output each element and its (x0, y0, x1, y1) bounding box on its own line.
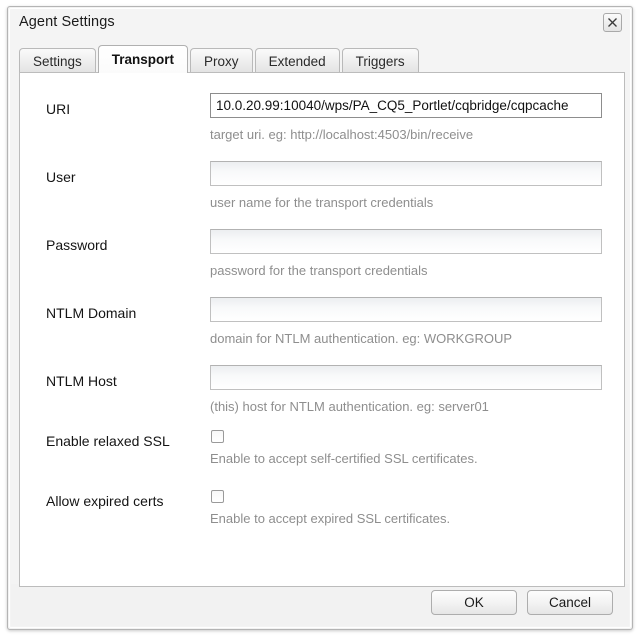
tab-settings[interactable]: Settings (19, 48, 96, 73)
field-column-uri: target uri. eg: http://localhost:4503/bi… (210, 93, 602, 142)
tab-extended[interactable]: Extended (254, 48, 340, 73)
form-row-password: Password password for the transport crede… (20, 229, 624, 297)
tab-proxy[interactable]: Proxy (190, 48, 253, 73)
dialog-title: Agent Settings (19, 14, 115, 30)
form-row-allow-expired-certs: Allow expired certs Enable to accept expi… (20, 485, 624, 553)
hint-user: user name for the transport credentials (210, 195, 434, 210)
checkbox-allow-expired-certs[interactable] (211, 490, 224, 503)
label-ntlm-host: NTLM Host (46, 373, 117, 389)
cancel-button[interactable]: Cancel (527, 590, 613, 615)
hint-ntlm-host: (this) host for NTLM authentication. eg:… (210, 399, 489, 414)
label-ntlm-domain: NTLM Domain (46, 305, 137, 321)
field-column-password: password for the transport credentials (210, 229, 602, 278)
form-row-uri: URI target uri. eg: http://localhost:4503… (20, 93, 624, 161)
dialog-titlebar: Agent Settings (10, 9, 630, 39)
checkbox-enable-relaxed-ssl[interactable] (211, 430, 224, 443)
hint-allow-expired-certs: Enable to accept expired SSL certificate… (210, 511, 451, 526)
close-icon[interactable] (603, 13, 622, 32)
label-user: User (46, 169, 76, 185)
input-password[interactable] (210, 229, 602, 254)
form-row-ntlm-domain: NTLM Domain domain for NTLM authenticatio… (20, 297, 624, 365)
field-column-ntlm-domain: domain for NTLM authentication. eg: WORK… (210, 297, 602, 346)
input-ntlm-host[interactable] (210, 365, 602, 390)
dialog-inner-frame: Agent Settings Settings Transport Proxy Ext… (9, 8, 631, 628)
input-ntlm-domain[interactable] (210, 297, 602, 322)
label-enable-relaxed-ssl: Enable relaxed SSL (46, 433, 170, 449)
field-column-allow-expired-certs: Enable to accept expired SSL certificate… (210, 485, 602, 526)
label-allow-expired-certs: Allow expired certs (46, 493, 164, 509)
field-column-user: user name for the transport credentials (210, 161, 602, 210)
hint-ntlm-domain: domain for NTLM authentication. eg: WORK… (210, 331, 513, 346)
tab-transport[interactable]: Transport (97, 45, 189, 73)
footer-button-group: OK Cancel (431, 590, 613, 615)
form-row-user: User user name for the transport credenti… (20, 161, 624, 229)
form-row-enable-relaxed-ssl: Enable relaxed SSL Enable to accept self-… (20, 425, 624, 493)
hint-enable-relaxed-ssl: Enable to accept self-certified SSL cert… (210, 451, 478, 466)
field-column-enable-relaxed-ssl: Enable to accept self-certified SSL cert… (210, 425, 602, 466)
hint-uri: target uri. eg: http://localhost:4503/bi… (210, 127, 474, 142)
input-uri[interactable] (210, 93, 602, 118)
dialog-footer: OK Cancel (11, 584, 629, 626)
tab-bar: Settings Transport Proxy Extended Triggers (19, 45, 621, 73)
label-password: Password (46, 237, 108, 253)
ok-button[interactable]: OK (431, 590, 517, 615)
hint-password: password for the transport credentials (210, 263, 428, 278)
input-user[interactable] (210, 161, 602, 186)
form-row-ntlm-host: NTLM Host (this) host for NTLM authentica… (20, 365, 624, 433)
field-column-ntlm-host: (this) host for NTLM authentication. eg:… (210, 365, 602, 414)
label-uri: URI (46, 101, 71, 117)
agent-settings-dialog: Agent Settings Settings Transport Proxy Ext… (7, 6, 633, 630)
transport-tab-panel: URI target uri. eg: http://localhost:4503… (19, 72, 625, 587)
tab-triggers[interactable]: Triggers (341, 48, 419, 73)
